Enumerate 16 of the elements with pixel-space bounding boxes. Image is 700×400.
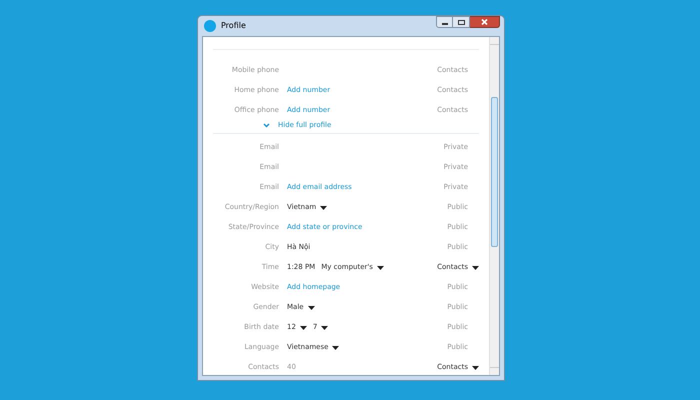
caret-icon [376, 266, 384, 270]
caret-icon [300, 326, 307, 330]
caret-icon [320, 206, 328, 210]
scrollbar-thumb[interactable] [491, 97, 498, 247]
app-logo-icon [204, 20, 216, 32]
caret-icon [472, 366, 479, 370]
caret-icon [321, 326, 328, 330]
close-button[interactable] [470, 16, 500, 28]
maximize-button[interactable] [453, 16, 470, 28]
caret-icon [332, 346, 340, 350]
close-icon [481, 19, 488, 25]
minimize-button[interactable] [436, 16, 453, 28]
window-title: Profile [221, 20, 246, 32]
caret-icon [308, 306, 315, 310]
caret-icon [472, 266, 479, 270]
chevron-icon [263, 122, 270, 128]
